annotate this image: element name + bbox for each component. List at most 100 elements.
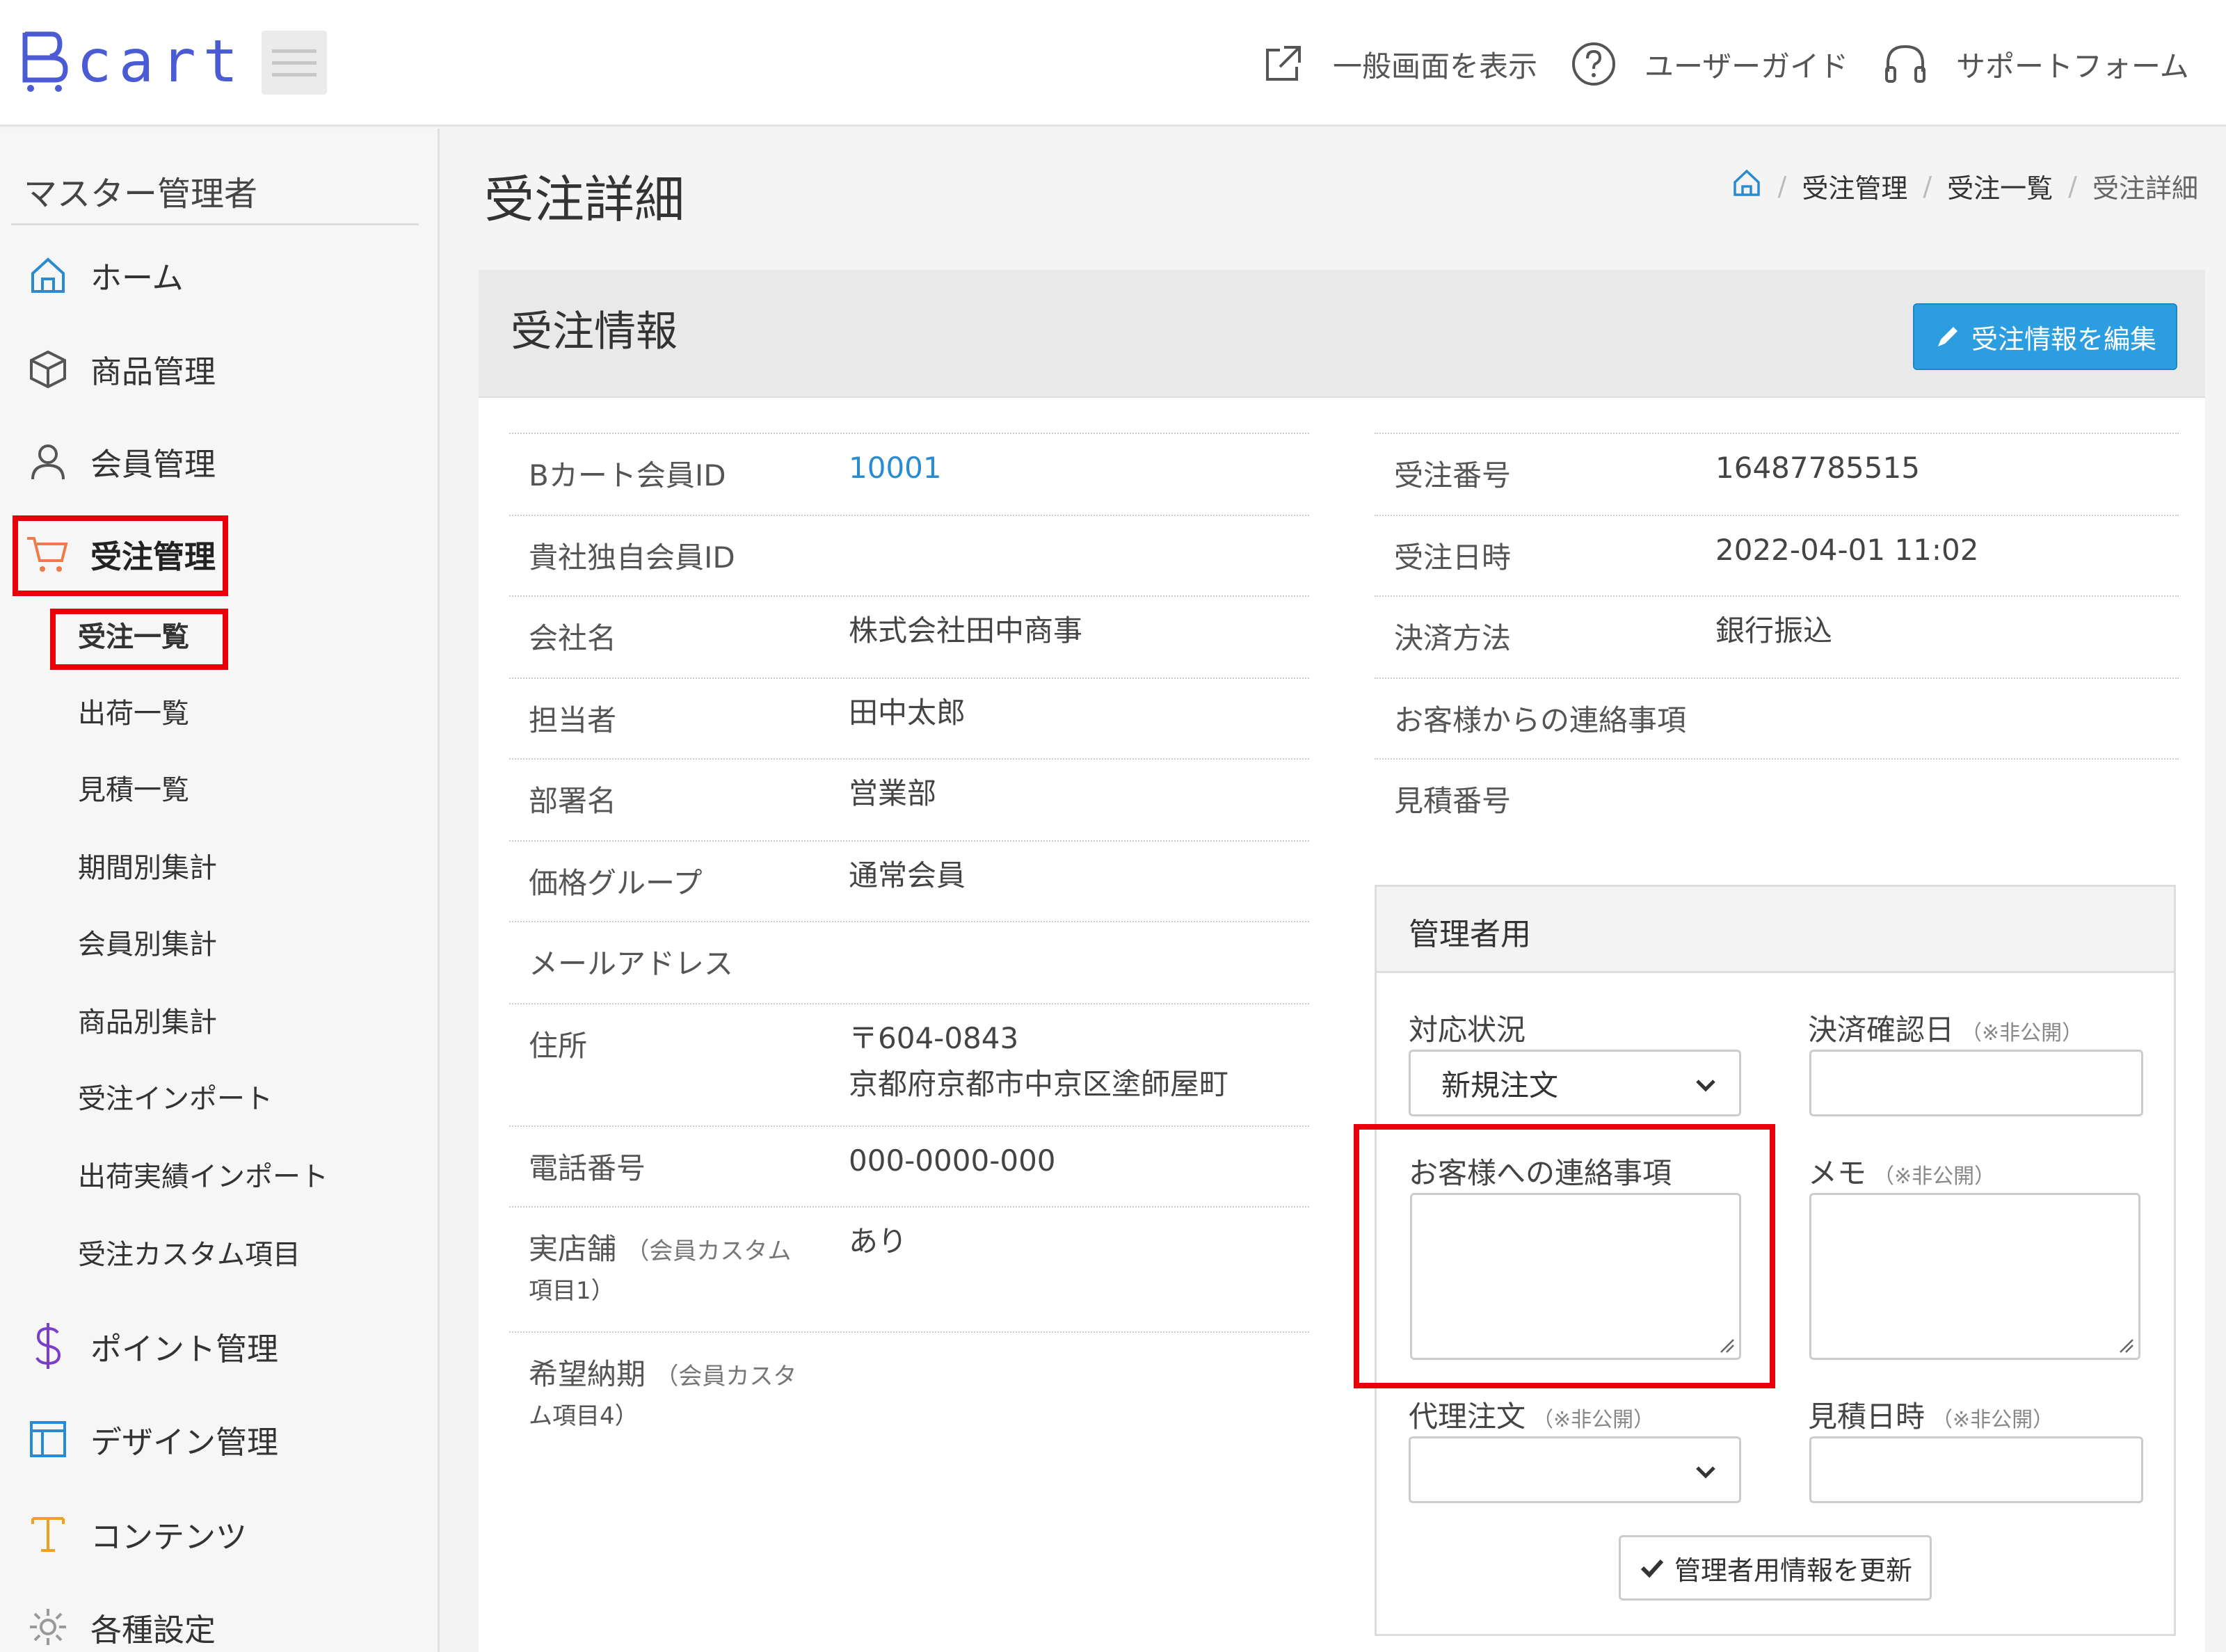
breadcrumb-order-list[interactable]: 受注一覧	[1947, 167, 2053, 205]
row-label: 受注番号	[1394, 458, 1512, 492]
row-value: 田中太郎	[849, 696, 966, 730]
payment-confirm-label: 決済確認日 （※非公開）	[1808, 1007, 2083, 1049]
public-view-label: 一般画面を表示	[1333, 49, 1538, 83]
delivery-label: 希望納期	[529, 1357, 646, 1391]
sidebar-item-home[interactable]: ホーム	[25, 247, 184, 303]
public-view-link[interactable]: 一般画面を表示	[1260, 36, 1537, 92]
row-order-number: 受注番号 16487785515	[1375, 433, 2179, 515]
sidebar-subitem-estimate-list[interactable]: 見積一覧	[78, 763, 189, 812]
layout-icon	[25, 1416, 71, 1462]
payment-confirm-date-input[interactable]	[1809, 1050, 2143, 1116]
delivery-note-cont: ム項目4）	[529, 1402, 639, 1430]
proxy-order-select[interactable]	[1409, 1436, 1741, 1503]
sidebar-item-settings[interactable]: 各種設定	[25, 1599, 216, 1652]
update-admin-info-button[interactable]: 管理者用情報を更新	[1619, 1535, 1932, 1601]
row-label: 会社名	[529, 621, 617, 655]
page-title: 受注詳細	[484, 170, 685, 229]
row-person: 担当者 田中太郎	[509, 677, 1309, 758]
chevron-down-icon	[1696, 1080, 1715, 1092]
sidebar-subitem-order-import[interactable]: 受注インポート	[78, 1072, 273, 1121]
menu-toggle-button[interactable]	[262, 31, 327, 95]
proxy-order-label: 代理注文 （※非公開）	[1409, 1393, 1654, 1436]
highlight-box-orders	[13, 515, 228, 596]
home-icon	[25, 252, 71, 298]
sidebar-item-points[interactable]: ポイント管理	[25, 1318, 278, 1374]
sidebar-item-label: コンテンツ	[90, 1518, 248, 1555]
breadcrumb-home-icon[interactable]	[1731, 167, 1763, 205]
store-label: 実店舗	[529, 1232, 617, 1266]
sidebar-subitem-label: 出荷実績インポート	[78, 1161, 328, 1193]
sidebar-subitem-custom-fields[interactable]: 受注カスタム項目	[78, 1228, 301, 1276]
edit-order-button[interactable]: 受注情報を編集	[1913, 303, 2177, 370]
row-label: メールアドレス	[529, 947, 734, 981]
sidebar-subitem-product-totals[interactable]: 商品別集計	[78, 995, 217, 1044]
row-customer-message: お客様からの連絡事項	[1375, 677, 2179, 758]
delivery-note: （会員カスタ	[655, 1363, 797, 1390]
address-postal: 〒604-0843	[849, 1021, 1019, 1055]
row-label: 決済方法	[1394, 621, 1512, 655]
sidebar-item-members[interactable]: 会員管理	[25, 433, 216, 489]
card-header: 受注情報 受注情報を編集	[479, 270, 2205, 398]
highlight-box-customer-note	[1354, 1124, 1775, 1388]
member-id-link[interactable]: 10001	[849, 445, 942, 491]
breadcrumb-orders[interactable]: 受注管理	[1802, 167, 1907, 205]
sidebar-subitem-label: 受注カスタム項目	[78, 1239, 301, 1271]
sidebar-item-contents[interactable]: コンテンツ	[25, 1506, 247, 1562]
memo-textarea[interactable]	[1809, 1193, 2140, 1360]
logo-text: cart	[77, 27, 246, 95]
row-label: 実店舗 （会員カスタム	[529, 1226, 791, 1268]
payment-confirm-label-text: 決済確認日	[1808, 1013, 1955, 1047]
resize-grip-icon[interactable]	[2116, 1336, 2134, 1354]
row-label: 電話番号	[529, 1151, 646, 1185]
help-circle-icon	[1572, 42, 1615, 86]
row-value: 2022-04-01 11:02	[1715, 533, 1979, 567]
status-label-text: 対応状況	[1409, 1013, 1526, 1047]
row-label: Bカート会員ID	[529, 458, 726, 492]
sidebar-subitem-shipping-import[interactable]: 出荷実績インポート	[78, 1150, 328, 1198]
row-label: 担当者	[529, 703, 617, 737]
sidebar-item-label: 会員管理	[90, 445, 216, 483]
row-estimate-number: 見積番号	[1375, 758, 2179, 840]
sidebar-item-products[interactable]: 商品管理	[25, 341, 216, 396]
update-admin-info-label: 管理者用情報を更新	[1674, 1555, 1912, 1586]
external-link-icon	[1266, 46, 1301, 81]
sidebar-subitem-shipping-list[interactable]: 出荷一覧	[78, 687, 189, 735]
support-form-link[interactable]: サポートフォーム	[1882, 36, 2189, 92]
check-icon	[1640, 1559, 1664, 1578]
estimate-date-label: 見積日時 （※非公開）	[1808, 1393, 2053, 1436]
row-label: 部署名	[529, 784, 617, 818]
sidebar-subitem-member-totals[interactable]: 会員別集計	[78, 917, 217, 966]
row-value: 銀行振込	[1715, 614, 1833, 648]
sidebar-item-label: 各種設定	[90, 1611, 216, 1649]
sidebar-item-label: ホーム	[90, 259, 184, 296]
status-select-value: 新規注文	[1441, 1068, 1559, 1102]
card-title: 受注情報	[511, 307, 678, 356]
edit-order-label: 受注情報を編集	[1971, 323, 2156, 355]
user-guide-link[interactable]: ユーザーガイド	[1571, 36, 1848, 92]
row-delivery: 希望納期 （会員カスタ ム項目4）	[509, 1331, 1309, 1457]
logo-b-icon	[22, 31, 68, 92]
proxy-order-label-text: 代理注文	[1409, 1400, 1526, 1434]
estimate-date-input[interactable]	[1809, 1436, 2143, 1503]
bcart-logo[interactable]: cart	[21, 26, 245, 96]
sidebar-item-design[interactable]: デザイン管理	[25, 1411, 278, 1467]
private-note: （※非公開）	[1532, 1408, 1655, 1432]
sidebar-subitem-period-totals[interactable]: 期間別集計	[78, 841, 217, 890]
row-label: 住所	[529, 1029, 588, 1063]
row-phone: 電話番号 000-0000-000	[509, 1125, 1309, 1206]
sidebar-subitem-label: 見積一覧	[78, 774, 189, 806]
row-label: 希望納期 （会員カスタ	[529, 1351, 796, 1393]
row-company: 会社名 株式会社田中商事	[509, 595, 1309, 677]
admin-panel-title: 管理者用	[1409, 917, 1531, 952]
row-value: あり	[849, 1224, 908, 1258]
gear-icon	[25, 1604, 71, 1650]
row-price-group: 価格グループ 通常会員	[509, 840, 1309, 921]
highlight-box-order-list	[50, 609, 228, 670]
row-value: 営業部	[849, 776, 937, 810]
row-email: メールアドレス	[509, 921, 1309, 1003]
private-note: （※非公開）	[1961, 1021, 2083, 1045]
status-select[interactable]: 新規注文	[1409, 1050, 1741, 1116]
sidebar-subitem-label: 出荷一覧	[78, 698, 189, 730]
status-label: 対応状況	[1409, 1007, 1526, 1049]
admin-panel-header: 管理者用	[1377, 887, 2174, 973]
